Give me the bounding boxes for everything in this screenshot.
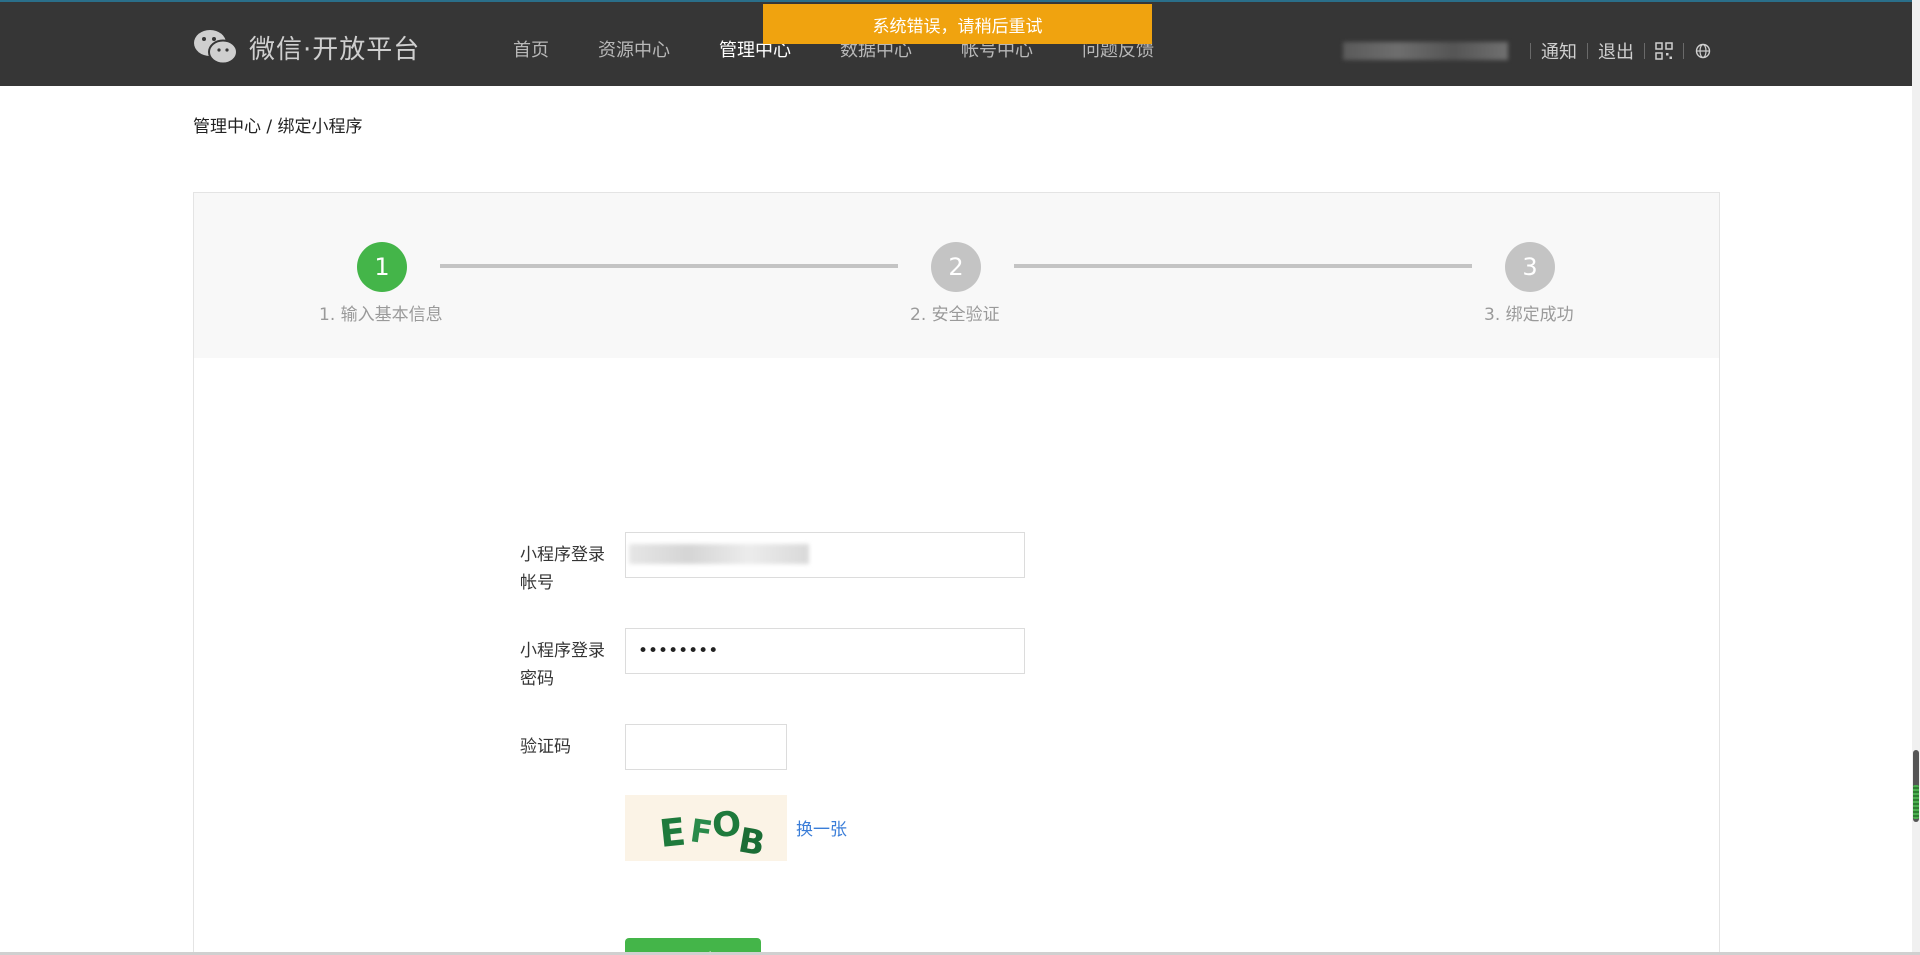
- captcha-glyphs: E F O B: [657, 804, 768, 864]
- step-3-circle: 3: [1505, 242, 1555, 292]
- account-label: 小程序登录 帐号: [520, 545, 605, 593]
- scroll-indicator: [1913, 785, 1919, 819]
- divider: [1530, 43, 1531, 59]
- wechat-logo-icon: [194, 30, 238, 65]
- password-input[interactable]: ••••••••: [625, 628, 1025, 674]
- step-1-circle: 1: [357, 242, 407, 292]
- password-label: 小程序登录 密码: [520, 641, 605, 689]
- divider: [1683, 43, 1684, 59]
- logo[interactable]: 微信·开放平台: [193, 28, 420, 66]
- step-2-label: 2. 安全验证: [910, 305, 1000, 325]
- captcha-letter: E: [657, 809, 687, 855]
- step-progress: 1 2 3 1. 输入基本信息 2. 安全验证 3. 绑定成功: [194, 193, 1719, 358]
- logout-link[interactable]: 退出: [1598, 38, 1634, 64]
- divider: [1587, 43, 1588, 59]
- user-area: 通知 退出: [1343, 38, 1712, 64]
- step-connector: [1014, 264, 1472, 268]
- captcha-image[interactable]: E F O B: [625, 795, 787, 864]
- error-toast: 系统错误，请稍后重试: [763, 4, 1152, 44]
- step-connector: [440, 264, 898, 268]
- page-scrollbar[interactable]: [1912, 0, 1920, 955]
- nav-home[interactable]: 首页: [513, 36, 549, 62]
- step-1-label: 1. 输入基本信息: [319, 305, 443, 325]
- logo-text: 微信·开放平台: [249, 34, 421, 65]
- user-name-redacted[interactable]: [1343, 42, 1508, 60]
- nav-resources[interactable]: 资源中心: [598, 36, 670, 62]
- step-3-label: 3. 绑定成功: [1484, 305, 1574, 325]
- account-value-redacted: [629, 544, 809, 564]
- step-2-circle: 2: [931, 242, 981, 292]
- divider: [1644, 43, 1645, 59]
- notify-link[interactable]: 通知: [1541, 38, 1577, 64]
- change-captcha-link[interactable]: 换一张: [796, 815, 847, 840]
- captcha-input[interactable]: [625, 724, 787, 770]
- captcha-label: 验证码: [520, 737, 571, 757]
- qrcode-icon[interactable]: [1655, 42, 1673, 60]
- breadcrumb: 管理中心 / 绑定小程序: [193, 117, 363, 137]
- globe-icon[interactable]: [1694, 42, 1712, 60]
- captcha-letter: O: [711, 804, 743, 846]
